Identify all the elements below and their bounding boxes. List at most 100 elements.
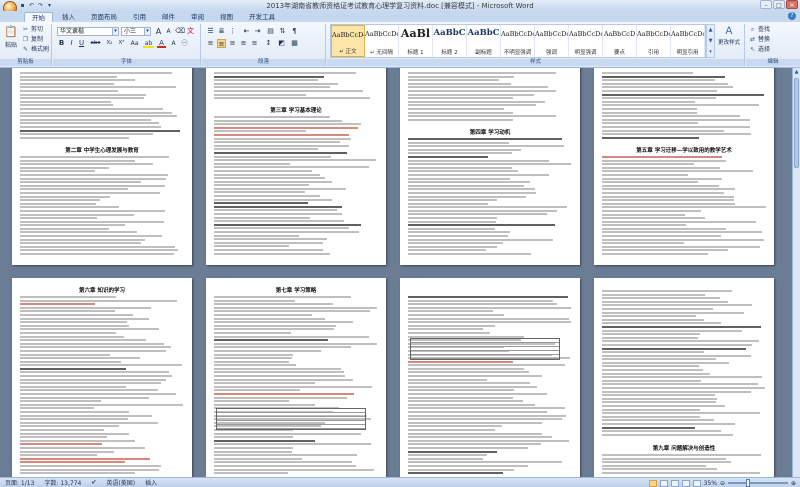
style-item[interactable]: AaBbCcDc 明显强调 — [569, 25, 603, 57]
shading-icon[interactable]: ◩ — [277, 39, 286, 48]
chinese-layout-icon[interactable]: ▤ — [266, 27, 275, 36]
chevron-down-icon[interactable]: ▾ — [144, 28, 150, 35]
distributed-icon[interactable]: ≡ — [250, 39, 259, 48]
enclose-characters-icon[interactable]: ㊀ — [180, 39, 189, 48]
bullets-icon[interactable]: ☰ — [206, 27, 215, 36]
increase-indent-icon[interactable]: ⇥ — [253, 27, 262, 36]
scroll-up-icon[interactable]: ▲ — [793, 68, 800, 76]
insert-mode[interactable]: 插入 — [140, 478, 162, 487]
tab-home[interactable]: 开始 — [24, 12, 53, 22]
tab-insert[interactable]: 插入 — [55, 12, 82, 22]
italic-button[interactable]: I — [67, 39, 76, 48]
zoom-knob[interactable] — [745, 479, 750, 487]
document-page[interactable]: 第九章 问题解决与创造性 — [594, 278, 774, 477]
chevron-up-icon[interactable]: ▲ — [707, 25, 714, 36]
vertical-scrollbar[interactable]: ▲ — [792, 68, 800, 477]
superscript-button[interactable]: X² — [116, 39, 127, 48]
style-item[interactable]: AaBl 标题 1 — [399, 25, 433, 57]
borders-icon[interactable]: ▦ — [290, 39, 299, 48]
tab-view[interactable]: 视图 — [213, 12, 240, 22]
style-item[interactable]: AaBbCcDc 引用 — [637, 25, 671, 57]
minimize-button[interactable]: – — [760, 0, 772, 9]
close-button[interactable]: ✕ — [786, 0, 798, 9]
style-item[interactable]: AaBbC 标题 2 — [433, 25, 467, 57]
format-painter-button[interactable]: ✎ 格式刷 — [22, 45, 49, 54]
tab-references[interactable]: 引用 — [126, 12, 153, 22]
bold-button[interactable]: B — [57, 39, 66, 48]
cut-button[interactable]: ✂ 剪切 — [22, 25, 43, 34]
paste-button[interactable]: 📋 粘贴 — [2, 25, 20, 49]
full-screen-view-button[interactable] — [659, 479, 668, 487]
spelling-icon[interactable]: ✔ — [86, 479, 101, 486]
outline-view-button[interactable] — [681, 479, 690, 487]
document-workspace[interactable]: 第二章 中学生心理发展与教育 第三章 学习基本理论 第四章 学习动机 第五章 学习迁移… — [0, 68, 792, 477]
replace-button[interactable]: ⇄ 替换 — [749, 35, 770, 44]
style-item[interactable]: AaBbCcDc ↵ 无间隔 — [365, 25, 399, 57]
scroll-thumb[interactable] — [794, 78, 799, 168]
style-item[interactable]: AaBbCcDc ↵ 正文 — [331, 25, 365, 57]
chevron-down-icon[interactable]: ▾ — [112, 28, 118, 35]
underline-button[interactable]: U — [77, 39, 86, 48]
document-page[interactable]: 第三章 学习基本理论 — [206, 68, 386, 265]
gallery-expand-icon[interactable]: ▾ — [707, 47, 714, 58]
document-page[interactable]: 第二章 中学生心理发展与教育 — [12, 68, 192, 265]
save-icon[interactable]: ▪ — [19, 2, 26, 9]
numbering-icon[interactable]: ≣ — [217, 27, 226, 36]
show-marks-icon[interactable]: ¶ — [290, 27, 299, 36]
grow-font-button[interactable]: A — [154, 27, 163, 36]
zoom-out-icon[interactable]: ⊖ — [720, 480, 725, 487]
multilevel-list-icon[interactable]: ⋮ — [228, 27, 237, 36]
font-size-combo[interactable]: 小三 ▾ — [121, 27, 151, 36]
style-item[interactable]: AaBbCcD 要点 — [603, 25, 637, 57]
clear-format-icon[interactable]: ⌫ — [175, 27, 185, 36]
character-shading-icon[interactable]: A — [169, 39, 178, 48]
tab-review[interactable]: 审阅 — [184, 12, 211, 22]
align-center-icon[interactable]: ≡ — [217, 39, 226, 48]
font-color-button[interactable]: A — [157, 39, 166, 48]
chevron-down-icon[interactable]: ▼ — [707, 36, 714, 47]
document-page[interactable]: 第七章 学习策略 — [206, 278, 386, 477]
document-page[interactable]: 第四章 学习动机 — [400, 68, 580, 265]
document-page[interactable] — [400, 278, 580, 477]
change-styles-button[interactable]: Ａ 更改样式 — [715, 25, 743, 51]
maximize-button[interactable]: □ — [773, 0, 785, 9]
change-case-button[interactable]: Aa — [129, 39, 140, 48]
document-page[interactable]: 第五章 学习迁移—学以致用的教学艺术 — [594, 68, 774, 265]
tab-mailings[interactable]: 邮件 — [155, 12, 182, 22]
style-item[interactable]: AaBbCcDc 强调 — [535, 25, 569, 57]
style-item[interactable]: AaBbC 副标题 — [467, 25, 501, 57]
web-layout-view-button[interactable] — [670, 479, 679, 487]
draft-view-button[interactable] — [692, 479, 701, 487]
select-button[interactable]: ↖ 选择 — [749, 45, 770, 54]
zoom-slider[interactable] — [727, 479, 788, 487]
zoom-in-icon[interactable]: ⊕ — [791, 480, 796, 487]
shrink-font-button[interactable]: A — [164, 27, 173, 36]
style-item[interactable]: AaBbCcDc 不明显强调 — [501, 25, 535, 57]
zoom-percent[interactable]: 35% — [704, 480, 717, 487]
word-count[interactable]: 字数: 13,774 — [39, 478, 86, 487]
redo-icon[interactable]: ↷ — [37, 2, 44, 9]
justify-icon[interactable]: ≡ — [239, 39, 248, 48]
undo-icon[interactable]: ↶ — [28, 2, 35, 9]
phonetic-guide-icon[interactable]: 文 — [186, 27, 195, 36]
align-right-icon[interactable]: ≡ — [228, 39, 237, 48]
decrease-indent-icon[interactable]: ⇤ — [242, 27, 251, 36]
page-count[interactable]: 页面: 1/13 — [0, 478, 39, 487]
dropdown-icon[interactable]: ▾ — [46, 2, 53, 9]
print-layout-view-button[interactable] — [648, 479, 657, 487]
document-page[interactable]: 第六章 知识的学习 — [12, 278, 192, 477]
highlight-button[interactable]: ab — [143, 39, 154, 48]
copy-button[interactable]: ❐ 复制 — [22, 35, 43, 44]
align-left-icon[interactable]: ≡ — [206, 39, 215, 48]
tab-page-layout[interactable]: 页面布局 — [84, 12, 124, 22]
find-button[interactable]: ⌕ 查找 — [749, 25, 770, 34]
language[interactable]: 英语(美国) — [101, 478, 140, 487]
sort-icon[interactable]: ⇅ — [278, 27, 287, 36]
font-name-combo[interactable]: 华文隶楷 ▾ — [57, 27, 119, 36]
strikethrough-button[interactable]: abc — [89, 39, 102, 48]
style-item[interactable]: AaBbCcDc 明显引用 — [671, 25, 705, 57]
tab-developer[interactable]: 开发工具 — [242, 12, 282, 22]
subscript-button[interactable]: X₂ — [104, 39, 115, 48]
line-spacing-icon[interactable]: ↕ — [264, 39, 273, 48]
help-icon[interactable]: ? — [788, 12, 796, 20]
